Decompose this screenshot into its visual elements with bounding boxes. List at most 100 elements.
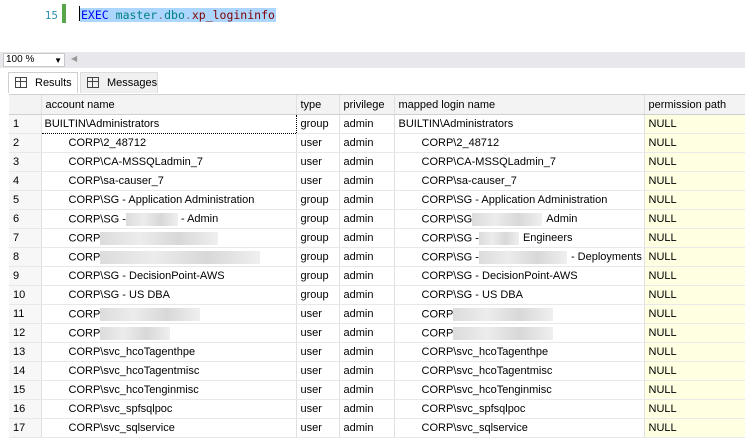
account-name-cell[interactable]: CORP xyxy=(41,304,297,324)
type-cell[interactable]: user xyxy=(296,342,340,362)
permission-path-cell[interactable]: NULL xyxy=(644,247,745,267)
row-number-cell[interactable]: 15 xyxy=(9,380,42,400)
zoom-dropdown[interactable]: 100 % ▼ xyxy=(3,53,65,67)
privilege-cell[interactable]: admin xyxy=(339,266,395,286)
row-number-cell[interactable]: 3 xyxy=(9,152,42,172)
table-row[interactable]: 13 CORP\svc_hcoTagenthpe user admin CORP\svc… xyxy=(9,342,745,362)
mapped-login-cell[interactable]: CORP\svc_hcoTagenthpe xyxy=(394,342,645,362)
account-name-cell[interactable]: CORP\svc_hcoTenginmisc xyxy=(41,380,297,400)
privilege-cell[interactable]: admin xyxy=(339,380,395,400)
row-number-cell[interactable]: 4 xyxy=(9,171,42,191)
table-row[interactable]: 16 CORP\svc_spfsqlpoc user admin CORP\svc_sp… xyxy=(9,399,745,419)
table-row[interactable]: 15 CORP\svc_hcoTenginmisc user admin CORP\sv… xyxy=(9,380,745,400)
type-cell[interactable]: user xyxy=(296,152,340,172)
permission-path-cell[interactable]: NULL xyxy=(644,285,745,305)
row-number-cell[interactable]: 12 xyxy=(9,323,42,343)
row-number-cell[interactable]: 1 xyxy=(9,114,42,134)
mapped-login-cell[interactable]: CORP xyxy=(394,304,645,324)
row-number-cell[interactable]: 2 xyxy=(9,133,42,153)
row-number-cell[interactable]: 13 xyxy=(9,342,42,362)
privilege-cell[interactable]: admin xyxy=(339,304,395,324)
row-number-header[interactable] xyxy=(9,95,42,115)
type-cell[interactable]: user xyxy=(296,380,340,400)
table-row[interactable]: 12 CORP user admin CORP NULL xyxy=(9,323,745,343)
results-grid[interactable]: account name type privilege mapped login… xyxy=(9,94,745,438)
type-cell[interactable]: user xyxy=(296,361,340,381)
permission-path-cell[interactable]: NULL xyxy=(644,152,745,172)
privilege-cell[interactable]: admin xyxy=(339,323,395,343)
table-row[interactable]: 3 CORP\CA-MSSQLadmin_7 user admin CORP\CA-MS… xyxy=(9,152,745,172)
permission-path-cell[interactable]: NULL xyxy=(644,399,745,419)
account-name-cell[interactable]: CORP\sa-causer_7 xyxy=(41,171,297,191)
column-header-privilege[interactable]: privilege xyxy=(339,95,395,115)
tab-results[interactable]: Results xyxy=(8,72,78,93)
type-cell[interactable]: group xyxy=(296,228,340,248)
table-row[interactable]: 11 CORP user admin CORP NULL xyxy=(9,304,745,324)
row-number-cell[interactable]: 11 xyxy=(9,304,42,324)
type-cell[interactable]: user xyxy=(296,171,340,191)
privilege-cell[interactable]: admin xyxy=(339,399,395,419)
account-name-cell[interactable]: CORP xyxy=(41,228,297,248)
privilege-cell[interactable]: admin xyxy=(339,247,395,267)
account-name-cell[interactable]: CORP xyxy=(41,323,297,343)
mapped-login-cell[interactable]: CORP\svc_hcoTagentmisc xyxy=(394,361,645,381)
account-name-cell[interactable]: CORP\svc_hcoTagenthpe xyxy=(41,342,297,362)
account-name-cell[interactable]: CORP\svc_spfsqlpoc xyxy=(41,399,297,419)
row-number-cell[interactable]: 5 xyxy=(9,190,42,210)
type-cell[interactable]: group xyxy=(296,285,340,305)
row-number-cell[interactable]: 10 xyxy=(9,285,42,305)
column-header-account-name[interactable]: account name xyxy=(41,95,297,115)
mapped-login-cell[interactable]: CORP\SG - Engineers xyxy=(394,228,645,248)
table-row[interactable]: 5 CORP\SG - Application Administration gro… xyxy=(9,190,745,210)
permission-path-cell[interactable]: NULL xyxy=(644,190,745,210)
permission-path-cell[interactable]: NULL xyxy=(644,361,745,381)
privilege-cell[interactable]: admin xyxy=(339,114,395,134)
account-name-cell[interactable]: BUILTIN\Administrators xyxy=(40,114,297,134)
permission-path-cell[interactable]: NULL xyxy=(644,228,745,248)
column-header-mapped-login-name[interactable]: mapped login name xyxy=(394,95,645,115)
mapped-login-cell[interactable]: CORP\svc_spfsqlpoc xyxy=(394,399,645,419)
row-number-cell[interactable]: 6 xyxy=(9,209,42,229)
account-name-cell[interactable]: CORP\SG - US DBA xyxy=(41,285,297,305)
type-cell[interactable]: user xyxy=(296,399,340,419)
row-number-cell[interactable]: 16 xyxy=(9,399,42,419)
row-number-cell[interactable]: 9 xyxy=(9,266,42,286)
account-name-cell[interactable]: CORP\SG - - Admin xyxy=(41,209,297,229)
mapped-login-cell[interactable]: CORP xyxy=(394,323,645,343)
mapped-login-cell[interactable]: CORP\CA-MSSQLadmin_7 xyxy=(394,152,645,172)
privilege-cell[interactable]: admin xyxy=(339,361,395,381)
mapped-login-cell[interactable]: BUILTIN\Administrators xyxy=(394,114,645,134)
permission-path-cell[interactable]: NULL xyxy=(644,380,745,400)
column-header-permission-path[interactable]: permission path xyxy=(644,95,745,115)
mapped-login-cell[interactable]: CORP\svc_hcoTenginmisc xyxy=(394,380,645,400)
account-name-cell[interactable]: CORP\SG - DecisionPoint-AWS xyxy=(41,266,297,286)
type-cell[interactable]: user xyxy=(296,323,340,343)
table-row[interactable]: 8 CORP group admin CORP\SG - - Deployments NUL… xyxy=(9,247,745,267)
permission-path-cell[interactable]: NULL xyxy=(644,323,745,343)
account-name-cell[interactable]: CORP\svc_hcoTagentmisc xyxy=(41,361,297,381)
account-name-cell[interactable]: CORP\2_48712 xyxy=(41,133,297,153)
table-row[interactable]: 14 CORP\svc_hcoTagentmisc user admin CORP\sv… xyxy=(9,361,745,381)
query-editor[interactable]: - 15 EXEC master.dbo.xp_logininfo xyxy=(0,0,745,52)
account-name-cell[interactable]: CORP xyxy=(41,247,297,267)
mapped-login-cell[interactable]: CORP\SG - DecisionPoint-AWS xyxy=(394,266,645,286)
mapped-login-cell[interactable]: CORP\SG - Application Administration xyxy=(394,190,645,210)
privilege-cell[interactable]: admin xyxy=(339,285,395,305)
permission-path-cell[interactable]: NULL xyxy=(644,304,745,324)
privilege-cell[interactable]: admin xyxy=(339,190,395,210)
privilege-cell[interactable]: admin xyxy=(339,133,395,153)
sql-statement[interactable]: EXEC master.dbo.xp_logininfo xyxy=(80,8,276,22)
mapped-login-cell[interactable]: CORP\2_48712 xyxy=(394,133,645,153)
permission-path-cell[interactable]: NULL xyxy=(644,171,745,191)
row-number-cell[interactable]: 14 xyxy=(9,361,42,381)
privilege-cell[interactable]: admin xyxy=(339,152,395,172)
privilege-cell[interactable]: admin xyxy=(339,228,395,248)
type-cell[interactable]: user xyxy=(296,133,340,153)
table-row[interactable]: 2 CORP\2_48712 user admin CORP\2_48712 NULL xyxy=(9,133,745,153)
privilege-cell[interactable]: admin xyxy=(339,209,395,229)
mapped-login-cell[interactable]: CORP\SG - US DBA xyxy=(394,285,645,305)
type-cell[interactable]: group xyxy=(296,190,340,210)
account-name-cell[interactable]: CORP\CA-MSSQLadmin_7 xyxy=(41,152,297,172)
table-row[interactable]: 10 CORP\SG - US DBA group admin CORP\SG - US… xyxy=(9,285,745,305)
tab-messages[interactable]: Messages xyxy=(80,72,158,93)
